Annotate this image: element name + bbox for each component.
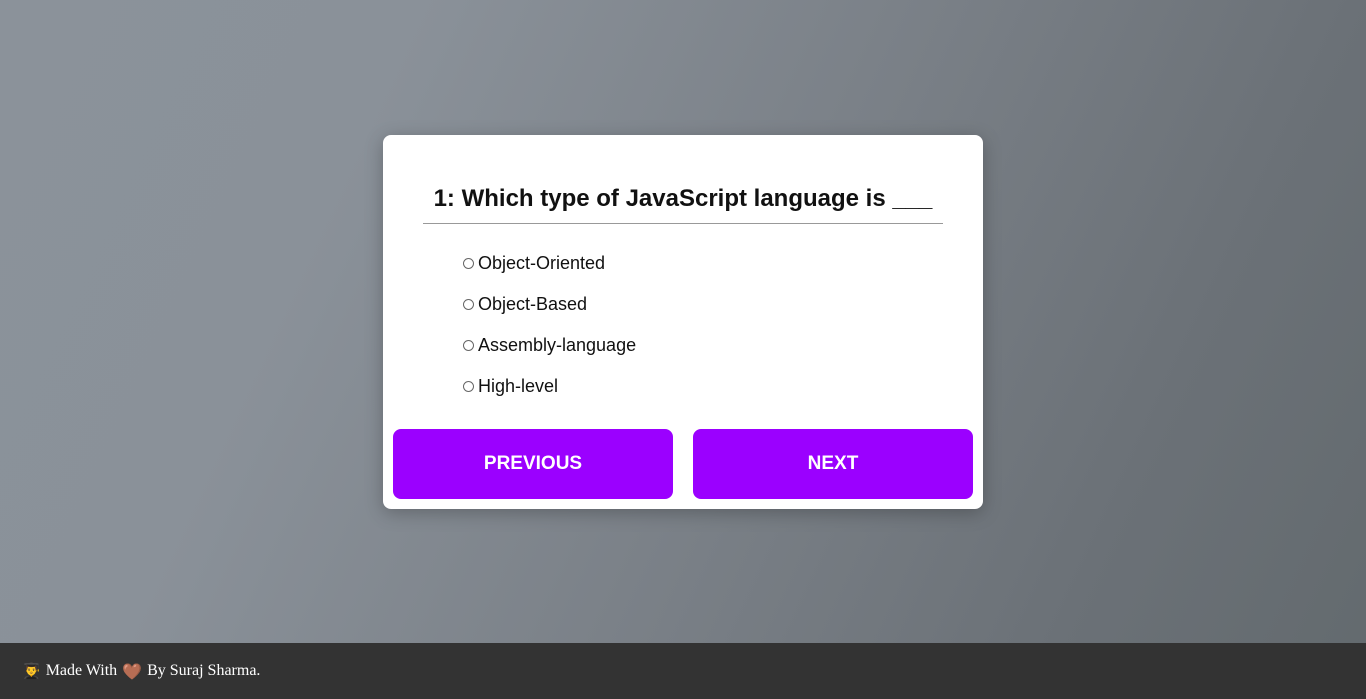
radio-button[interactable] [463, 381, 474, 392]
quiz-card: 1: Which type of JavaScript language is … [383, 135, 983, 509]
next-button[interactable]: NEXT [693, 429, 973, 499]
question-title: 1: Which type of JavaScript language is … [423, 184, 943, 224]
radio-button[interactable] [463, 340, 474, 351]
heart-icon: 🤎 [122, 661, 143, 681]
student-emoji-icon: 👨‍🎓 [22, 662, 41, 680]
option-label: Object-Based [478, 294, 588, 314]
footer-made-with: Made With [45, 662, 118, 679]
previous-button[interactable]: PREVIOUS [393, 429, 673, 499]
option-assembly-language[interactable]: Assembly-language [463, 325, 636, 366]
option-label: Assembly-language [478, 335, 637, 355]
options-list: Object-Oriented Object-Based Assembly-la… [463, 243, 636, 407]
radio-button[interactable] [463, 258, 474, 269]
radio-button[interactable] [463, 299, 474, 310]
footer-author: By Suraj Sharma. [147, 662, 261, 679]
option-label: Object-Oriented [478, 253, 606, 273]
option-object-based[interactable]: Object-Based [463, 284, 636, 325]
option-object-oriented[interactable]: Object-Oriented [463, 243, 636, 284]
option-high-level[interactable]: High-level [463, 366, 636, 407]
footer: 👨‍🎓 Made With 🤎 By Suraj Sharma. [0, 643, 1366, 699]
option-label: High-level [478, 376, 559, 396]
